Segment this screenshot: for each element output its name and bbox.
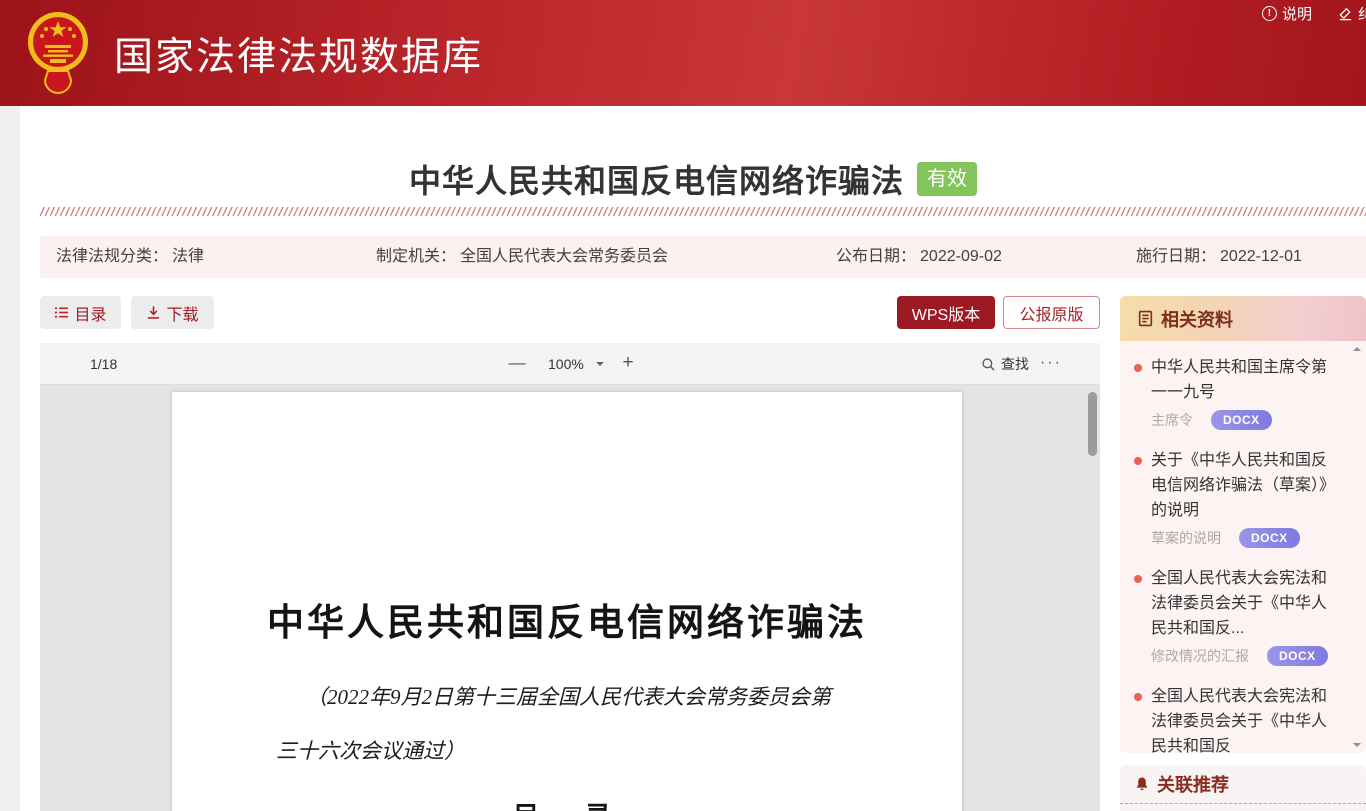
list-item[interactable]: 全国人民代表大会宪法和法律委员会关于《中华人民共和国反: [1134, 684, 1342, 753]
eraser-icon: [1338, 6, 1353, 21]
related-item-title: 中华人民共和国主席令第一一九号: [1151, 355, 1342, 405]
info-icon: !: [1262, 6, 1277, 21]
header-links: ! 说明 纠错: [1262, 3, 1366, 24]
list-item[interactable]: 关于《中华人民共和国反电信网络诈骗法（草案）》的说明 草案的说明 DOCX: [1134, 448, 1342, 550]
document-icon: [1137, 310, 1154, 327]
related-materials-header: 相关资料: [1120, 296, 1366, 341]
docx-badge: DOCX: [1267, 646, 1328, 666]
download-button-label: 下载: [166, 301, 198, 325]
bullet-icon: [1134, 575, 1142, 583]
viewer-scrollbar-thumb[interactable]: [1088, 392, 1097, 456]
download-button[interactable]: 下载: [131, 296, 214, 329]
related-item-title: 全国人民代表大会宪法和法律委员会关于《中华人民共和国反...: [1151, 566, 1342, 641]
search-icon: [981, 357, 996, 372]
metadata-bar: 法律法规分类：法律 制定机关：全国人民代表大会常务委员会 公布日期：2022-0…: [40, 236, 1366, 278]
scroll-up-icon[interactable]: [1353, 347, 1361, 351]
related-materials-list: 中华人民共和国主席令第一一九号 主席令 DOCX 关于《中华人民共和国反电信网络…: [1120, 341, 1366, 753]
related-item-title: 关于《中华人民共和国反电信网络诈骗法（草案）》的说明: [1151, 448, 1342, 523]
meta-publish-date: 公布日期：2022-09-02: [836, 236, 1002, 278]
help-link[interactable]: ! 说明: [1262, 3, 1312, 24]
meta-category: 法律法规分类：法律: [56, 236, 204, 278]
meta-effective-date: 施行日期：2022-12-01: [1136, 236, 1302, 278]
wps-version-button[interactable]: WPS版本: [897, 296, 995, 329]
pdf-page: 中华人民共和国反电信网络诈骗法 （2022年9月2日第十三届全国人民代表大会常务…: [172, 392, 962, 811]
pdf-viewer: 1/18 — 100% + 查找 ··· 中华人民共和国反电信网络诈骗法 （20…: [40, 343, 1100, 811]
pdf-passed-line: （2022年9月2日第十三届全国人民代表大会常务委员会第三十六次会议通过）: [276, 670, 842, 778]
viewer-scrollbar[interactable]: [1088, 390, 1097, 807]
pdf-law-title: 中华人民共和国反电信网络诈骗法: [172, 592, 962, 646]
docx-badge: DOCX: [1239, 528, 1300, 548]
recommend-header: 关联推荐: [1120, 765, 1366, 804]
more-options-button[interactable]: ···: [1040, 343, 1062, 383]
meta-enacting-body: 制定机关：全国人民代表大会常务委员会: [376, 236, 668, 278]
catalog-button[interactable]: 目录: [40, 296, 121, 329]
bullet-icon: [1134, 457, 1142, 465]
bell-icon: [1134, 776, 1150, 792]
main-content: 中华人民共和国反电信网络诈骗法 有效 法律法规分类：法律 制定机关：全国人民代表…: [20, 106, 1366, 811]
correction-link[interactable]: 纠错: [1338, 3, 1366, 24]
national-emblem-logo: [26, 9, 90, 97]
download-icon: [146, 305, 161, 320]
scroll-down-icon[interactable]: [1353, 743, 1361, 747]
help-link-label: 说明: [1282, 3, 1312, 24]
sidebar: 相关资料 中华人民共和国主席令第一一九号 主席令 DOCX 关于《中华人民共和国…: [1120, 296, 1366, 811]
sidebar-scrollbar[interactable]: [1352, 345, 1362, 749]
chevron-down-icon[interactable]: [596, 362, 604, 370]
bullet-icon: [1134, 693, 1142, 701]
wps-version-label: WPS版本: [912, 301, 980, 325]
bullet-icon: [1134, 364, 1142, 372]
zoom-in-button[interactable]: +: [616, 343, 640, 383]
viewer-toolbar: 1/18 — 100% + 查找 ···: [40, 343, 1100, 385]
related-item-tag: 草案的说明: [1151, 526, 1221, 550]
site-title: 国家法律法规数据库: [114, 26, 483, 82]
related-materials-title: 相关资料: [1161, 306, 1233, 332]
pdf-toc-heading: 目 录: [172, 796, 962, 811]
document-title: 中华人民共和国反电信网络诈骗法: [409, 156, 904, 202]
find-button[interactable]: 查找: [981, 343, 1029, 385]
list-icon: [54, 305, 69, 320]
recommend-section: 关联推荐: [1120, 765, 1366, 811]
related-item-tag: 主席令: [1151, 408, 1193, 432]
list-item[interactable]: 中华人民共和国主席令第一一九号 主席令 DOCX: [1134, 355, 1342, 432]
related-item-title: 全国人民代表大会宪法和法律委员会关于《中华人民共和国反: [1151, 684, 1342, 753]
viewer-body: 中华人民共和国反电信网络诈骗法 （2022年9月2日第十三届全国人民代表大会常务…: [40, 386, 1100, 811]
docx-badge: DOCX: [1211, 410, 1272, 430]
striped-divider: [40, 207, 1366, 216]
status-badge: 有效: [917, 162, 977, 196]
zoom-level[interactable]: 100%: [548, 343, 584, 385]
zoom-out-button[interactable]: —: [505, 343, 529, 383]
gazette-original-label: 公报原版: [1019, 301, 1083, 325]
correction-link-label: 纠错: [1358, 3, 1366, 24]
recommend-title: 关联推荐: [1157, 771, 1229, 797]
page-indicator: 1/18: [90, 343, 117, 385]
gazette-original-button[interactable]: 公报原版: [1003, 296, 1100, 329]
site-header: 国家法律法规数据库 ! 说明 纠错: [0, 0, 1366, 106]
find-button-label: 查找: [1001, 354, 1029, 374]
related-item-tag: 修改情况的汇报: [1151, 644, 1249, 668]
list-item[interactable]: 全国人民代表大会宪法和法律委员会关于《中华人民共和国反... 修改情况的汇报 D…: [1134, 566, 1342, 668]
catalog-button-label: 目录: [74, 301, 106, 325]
